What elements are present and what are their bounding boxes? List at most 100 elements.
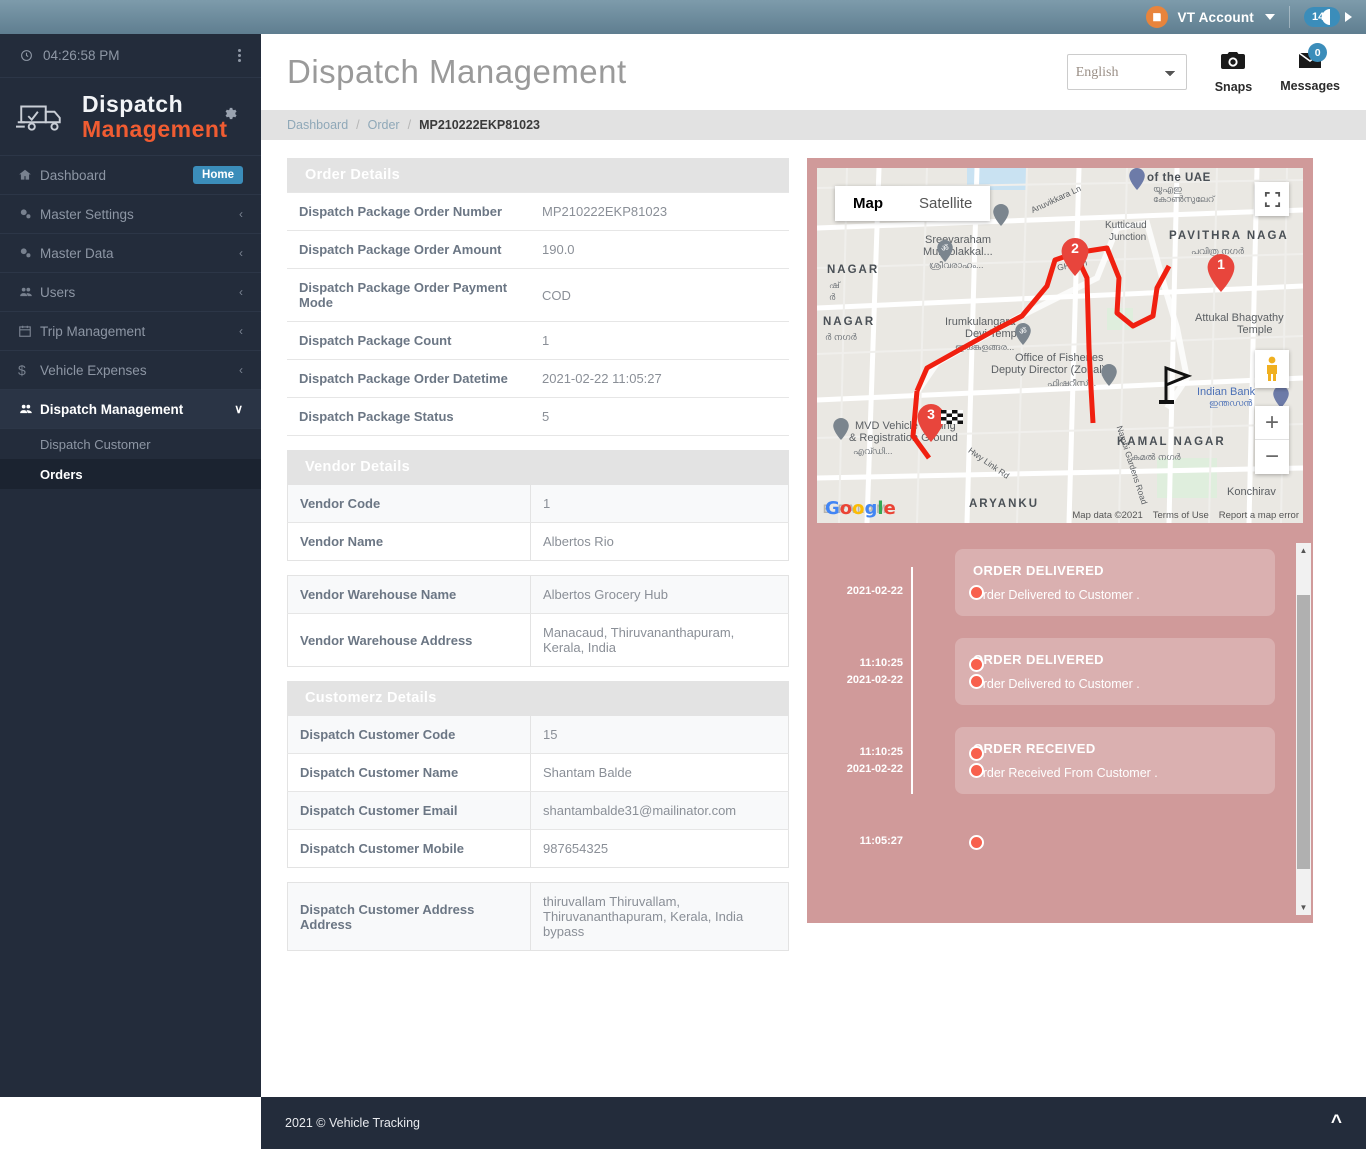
sidebar-item-trip-management[interactable]: Trip Management ‹ (0, 312, 261, 351)
scroll-down-arrow[interactable]: ▼ (1296, 900, 1311, 915)
zoom-out-button[interactable]: − (1255, 440, 1289, 474)
vertical-dots-icon[interactable] (238, 49, 241, 62)
map-zoom-control[interactable]: + − (1255, 406, 1289, 474)
timeline-row: 2021-02-22 ORDER DELIVERED Order Deliver… (847, 638, 1313, 761)
table-row: Dispatch Customer Email shantambalde31@ma… (287, 791, 789, 830)
calendar-icon (18, 324, 40, 338)
timeline-card[interactable]: ORDER DELIVERED Order Delivered to Custo… (955, 638, 1275, 705)
map-marker-2[interactable]: 2 (1061, 238, 1089, 276)
row-value: 987654325 (543, 841, 609, 856)
timeline-dot (969, 835, 984, 850)
sidebar-item-master-data[interactable]: Master Data ‹ (0, 234, 261, 273)
customer-address-table: Dispatch Customer Address Address thiruva… (287, 882, 789, 951)
footer-copyright: 2021 © Vehicle Tracking (285, 1116, 420, 1130)
sidebar-menu: Dashboard Home Master Settings ‹ Master … (0, 156, 261, 429)
chevron-left-icon[interactable]: ‹ (239, 285, 243, 299)
chevron-left-icon[interactable]: ‹ (239, 324, 243, 338)
messages-button[interactable]: 0 Messages (1280, 43, 1340, 93)
clock-icon (21, 50, 32, 61)
google-map[interactable]: PAVITHRA NAGA പവിത്ര നഗർ Kutticaud Junct… (817, 168, 1303, 523)
zoom-in-button[interactable]: + (1255, 406, 1289, 440)
language-select[interactable]: English (1066, 54, 1187, 90)
timeline-scrollbar[interactable]: ▲ ▼ (1296, 543, 1311, 915)
row-value: 1 (530, 321, 789, 360)
brand-line-1: Dispatch (82, 91, 184, 118)
sidebar: 04:26:58 PM Dispatch Management Dashboar… (0, 34, 261, 1097)
map-type-map[interactable]: Map (835, 186, 901, 221)
sidebar-item-dispatch-management[interactable]: Dispatch Management ∨ (0, 390, 261, 429)
top-bar: VT Account 14 (0, 0, 1366, 34)
fullscreen-icon[interactable] (1255, 182, 1289, 216)
map-terms-link[interactable]: Terms of Use (1153, 510, 1209, 521)
street-view-pegman-icon[interactable] (1255, 350, 1289, 388)
scrollbar-thumb[interactable] (1297, 595, 1310, 869)
map-type-control[interactable]: Map Satellite (835, 186, 991, 221)
row-value: Manacaud, Thiruvananthapuram, Kerala, In… (543, 625, 735, 655)
account-menu[interactable]: VT Account (1146, 6, 1275, 28)
timeline-dot (969, 674, 984, 689)
sidebar-item-vehicle-expenses[interactable]: $ Vehicle Expenses ‹ (0, 351, 261, 390)
sidebar-item-label: Users (40, 284, 76, 300)
row-key: Vendor Warehouse Name (287, 575, 531, 614)
map-report-link[interactable]: Report a map error (1219, 510, 1299, 521)
home-badge[interactable]: Home (193, 166, 243, 184)
table-row: Dispatch Package Order Amount 190.0 (287, 230, 789, 269)
chevron-left-icon[interactable]: ‹ (239, 207, 243, 221)
sidebar-item-master-settings[interactable]: Master Settings ‹ (0, 195, 261, 234)
table-row: Dispatch Package Order Number MP210222EKP… (287, 192, 789, 231)
sidebar-item-dashboard[interactable]: Dashboard Home (0, 156, 261, 195)
row-key: Dispatch Customer Email (287, 791, 531, 830)
notification-badge[interactable]: 14 (1304, 7, 1352, 27)
row-key: Vendor Name (287, 522, 531, 561)
camera-icon (1221, 51, 1246, 76)
timeline-time: 11:05:27 (859, 835, 903, 847)
header-tools: English Snaps 0 Messages (1066, 43, 1340, 94)
delivery-truck-icon (16, 105, 61, 131)
breadcrumb-dashboard[interactable]: Dashboard (287, 118, 348, 132)
row-value: Albertos Grocery Hub (530, 575, 789, 614)
users-icon (18, 285, 40, 299)
cogs-icon (18, 207, 40, 221)
row-value: 2021-02-22 11:05:27 (530, 359, 789, 398)
row-value: COD (530, 268, 789, 322)
map-marker-1[interactable]: 1 (1207, 254, 1235, 292)
caret-down-icon[interactable] (1265, 14, 1275, 20)
brand-line-2: Management (82, 115, 228, 142)
chevron-left-icon[interactable]: ‹ (239, 363, 243, 377)
breadcrumb-order[interactable]: Order (368, 118, 400, 132)
chevron-up-icon[interactable]: ^ (1331, 1112, 1342, 1134)
map-type-satellite[interactable]: Satellite (901, 186, 990, 221)
breadcrumb: Dashboard / Order / MP210222EKP81023 (261, 110, 1366, 140)
gear-icon[interactable] (222, 106, 237, 126)
scroll-up-arrow[interactable]: ▲ (1296, 543, 1311, 558)
sidebar-item-label: Master Data (40, 245, 114, 261)
row-value: 190.0 (530, 230, 789, 269)
row-key: Dispatch Package Order Payment Mode (287, 268, 530, 322)
arrow-right-icon[interactable] (1345, 12, 1352, 22)
user-truck-icon (1146, 6, 1169, 28)
sidebar-item-orders[interactable]: Orders (0, 459, 261, 489)
table-row: Dispatch Package Order Payment Mode COD (287, 268, 789, 322)
snaps-button[interactable]: Snaps (1215, 51, 1252, 94)
chevron-left-icon[interactable]: ‹ (239, 246, 243, 260)
table-row: Dispatch Customer Address Address thiruva… (287, 882, 789, 951)
row-key: Dispatch Customer Address Address (287, 882, 531, 951)
timeline-date: 2021-02-22 (846, 585, 903, 597)
chevron-down-icon[interactable]: ∨ (234, 402, 243, 416)
brand-logo[interactable]: Dispatch Management (0, 78, 261, 156)
table-row: Vendor Code 1 (287, 484, 789, 523)
row-value: 15 (530, 715, 789, 754)
notification-count: 14 (1312, 11, 1325, 23)
sidebar-item-dispatch-customer[interactable]: Dispatch Customer (0, 429, 261, 459)
page-title: Dispatch Management (287, 53, 627, 90)
timeline-row: 2021-02-22 ORDER DELIVERED Order Deliver… (847, 549, 1313, 672)
table-row: Dispatch Customer Mobile 987654325 (287, 829, 789, 868)
row-value: Shantam Balde (530, 753, 789, 792)
sidebar-item-users[interactable]: Users ‹ (0, 273, 261, 312)
breadcrumb-current: MP210222EKP81023 (419, 118, 541, 132)
timeline-card[interactable]: ORDER RECEIVED Order Received From Custo… (955, 727, 1275, 794)
timeline-card[interactable]: ORDER DELIVERED Order Delivered to Custo… (955, 549, 1275, 616)
